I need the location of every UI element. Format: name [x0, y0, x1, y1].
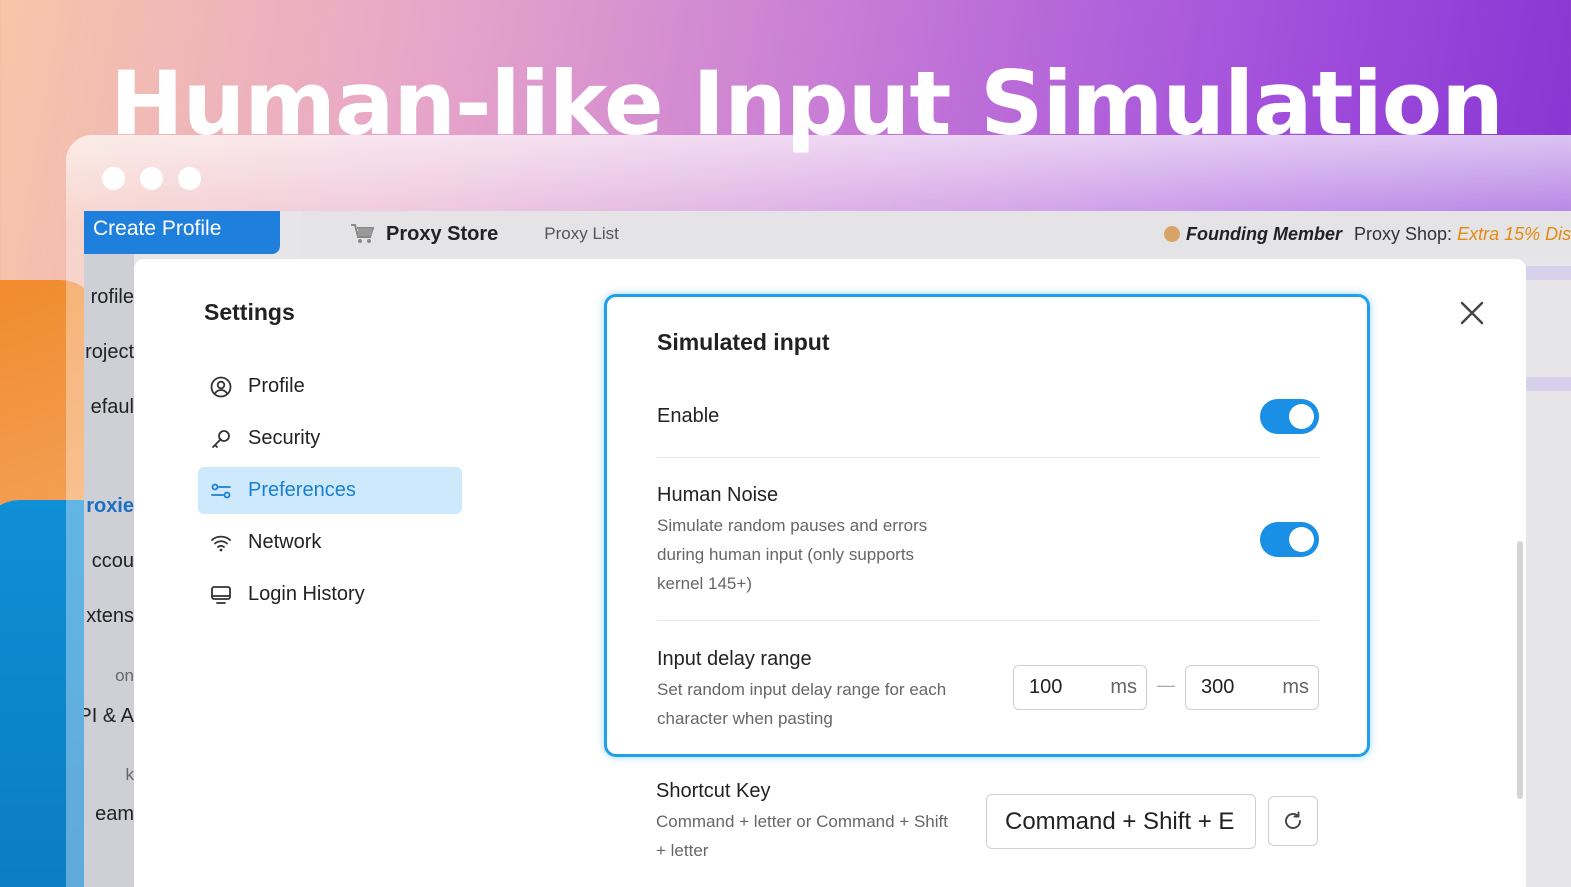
shortcut-desc-line-2: + letter [656, 841, 709, 860]
human-noise-toggle[interactable] [1260, 522, 1319, 557]
nav-item-accounts[interactable]: ccou [92, 550, 134, 573]
simulated-input-title: Simulated input [657, 329, 830, 355]
nav-section-label: on [115, 666, 134, 685]
input-delay-desc-line-2: character when pasting [657, 709, 833, 728]
menu-item-profile[interactable]: Profile [198, 363, 462, 410]
input-delay-desc-line-1: Set random input delay range for each [657, 680, 947, 699]
key-icon [212, 429, 230, 448]
nav-item-profiles[interactable]: rofile [91, 286, 134, 309]
menu-item-security[interactable]: Security [198, 415, 462, 462]
toggle-knob [1289, 404, 1314, 429]
sliders-icon [211, 483, 231, 498]
shortcut-reset-button[interactable] [1268, 796, 1318, 846]
toggle-knob [1289, 527, 1314, 552]
settings-modal: Settings Profile Security Preferences Ne… [134, 259, 1526, 887]
input-delay-description: Set random input delay range for each ch… [657, 675, 946, 733]
delay-max-input[interactable]: 300 ms [1185, 665, 1319, 710]
nav-item-default[interactable]: efaul [91, 396, 134, 419]
founding-member-label: Founding Member [1186, 223, 1342, 244]
shortcut-key-label: Shortcut Key [656, 780, 771, 802]
divider [657, 457, 1319, 458]
delay-min-input[interactable]: 100 ms [1013, 665, 1147, 710]
delay-max-value: 300 [1201, 676, 1235, 698]
delay-max-unit: ms [1282, 676, 1309, 698]
modal-scrollbar[interactable] [1517, 541, 1523, 799]
menu-item-label: Profile [248, 375, 305, 397]
shortcut-desc-line-1: Command + letter or Command + Shift [656, 812, 948, 831]
window-maximize-dot[interactable] [178, 167, 201, 190]
medal-icon [1164, 226, 1180, 242]
settings-menu: Profile Security Preferences Network Log… [198, 363, 462, 623]
settings-title: Settings [204, 299, 295, 325]
shortcut-key-input[interactable]: Command + Shift + E [986, 794, 1256, 849]
enable-toggle[interactable] [1260, 399, 1319, 434]
proxy-list-link[interactable]: Proxy List [544, 224, 619, 244]
wifi-icon [211, 535, 231, 551]
menu-item-label: Security [248, 427, 321, 449]
user-circle-icon [210, 376, 232, 397]
nav-section-label-2: k [125, 765, 135, 784]
founding-member-badge[interactable]: Founding Member [1164, 224, 1342, 245]
window-minimize-dot[interactable] [140, 167, 163, 190]
divider [657, 620, 1319, 621]
shortcut-key-description: Command + letter or Command + Shift + le… [656, 807, 948, 865]
menu-item-label: Network [248, 531, 322, 553]
input-delay-label: Input delay range [657, 648, 812, 670]
cart-icon [351, 224, 374, 243]
menu-item-network[interactable]: Network [198, 519, 462, 566]
human-noise-desc-line-1: Simulate random pauses and errors [657, 516, 928, 535]
left-nav: rofile roject efaul roxie ccou xtens on … [84, 211, 134, 887]
simulated-input-card: Simulated input Enable Human Noise Simul… [604, 294, 1370, 757]
window-controls [102, 167, 201, 190]
range-separator: — [1157, 675, 1175, 695]
human-noise-description: Simulate random pauses and errors during… [657, 511, 927, 598]
topbar: Proxy Store Proxy List Founding Member P… [302, 211, 1571, 257]
menu-item-label: Preferences [248, 479, 356, 501]
proxy-shop-promo[interactable]: Proxy Shop: Extra 15% Dis [1354, 224, 1571, 245]
proxy-shop-offer: Extra 15% Dis [1457, 223, 1571, 244]
delay-min-value: 100 [1029, 676, 1063, 698]
create-profile-button[interactable]: Create Profile [84, 211, 280, 254]
nav-item-projects[interactable]: roject [85, 341, 134, 364]
menu-item-label: Login History [248, 583, 365, 605]
human-noise-desc-line-2: during human input (only supports [657, 545, 915, 564]
close-icon[interactable] [1459, 300, 1485, 326]
menu-item-login-history[interactable]: Login History [198, 571, 462, 618]
delay-min-unit: ms [1110, 676, 1137, 698]
window-close-dot[interactable] [102, 167, 125, 190]
background-row-highlight-2 [1526, 377, 1571, 391]
proxy-shop-prefix: Proxy Shop: [1354, 223, 1458, 244]
proxy-store-link[interactable]: Proxy Store [386, 223, 498, 246]
nav-item-api[interactable]: PI & A [84, 705, 134, 728]
human-noise-desc-line-3: kernel 145+) [657, 574, 752, 593]
nav-item-proxies[interactable]: roxie [86, 495, 134, 518]
background-row-highlight [1526, 266, 1571, 280]
monitor-icon [211, 585, 231, 604]
enable-label: Enable [657, 405, 720, 427]
refresh-icon [1285, 811, 1301, 829]
nav-item-extensions[interactable]: xtens [86, 605, 134, 628]
menu-item-preferences[interactable]: Preferences [198, 467, 462, 514]
nav-item-team[interactable]: eam [95, 803, 134, 826]
human-noise-label: Human Noise [657, 484, 779, 506]
